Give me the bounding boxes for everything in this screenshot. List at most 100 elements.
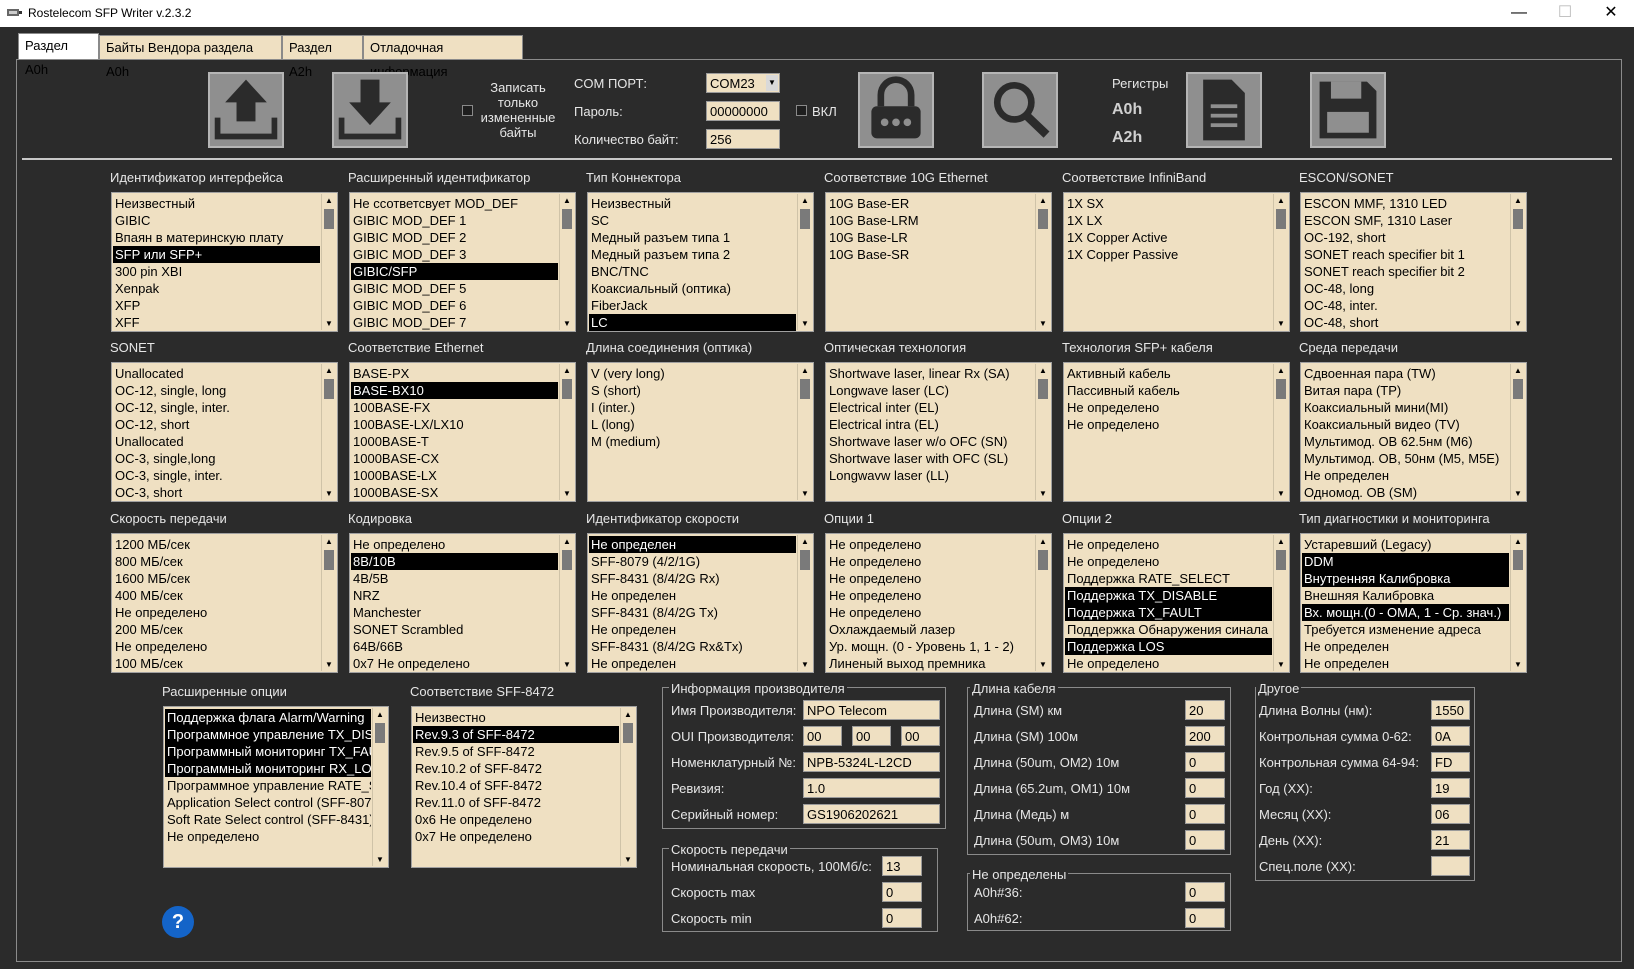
list-item[interactable]: Electrical intra (EL) xyxy=(827,416,1034,433)
list-item[interactable]: OC-3, single, inter. xyxy=(113,467,320,484)
scroll-down-arrow-icon[interactable]: ▼ xyxy=(1274,317,1288,330)
list-item[interactable]: 8B/10B xyxy=(351,553,558,570)
write-changed-only-checkbox[interactable] xyxy=(462,105,473,116)
scroll-down-arrow-icon[interactable]: ▼ xyxy=(373,853,387,866)
listbox-optical-tech[interactable]: Shortwave laser, linear Rx (SA) Longwave … xyxy=(825,362,1052,502)
list-item[interactable]: Коаксиальный (оптика) xyxy=(589,280,796,297)
cable-length-input[interactable]: 20 xyxy=(1185,700,1225,720)
listbox-rate-identifier[interactable]: Не определен SFF-8079 (4/2/1G) SFF-8431 (8… xyxy=(587,533,814,673)
scroll-up-arrow-icon[interactable]: ▲ xyxy=(560,194,574,207)
help-button[interactable]: ? xyxy=(162,906,194,938)
list-item[interactable]: S (short) xyxy=(589,382,796,399)
scroll-up-arrow-icon[interactable]: ▲ xyxy=(1036,194,1050,207)
list-item[interactable]: Не определено xyxy=(827,553,1034,570)
listbox-ethernet[interactable]: BASE-PX BASE-BX10 100BASE-FX 100BASE-LX/LX1… xyxy=(349,362,576,502)
scroll-up-arrow-icon[interactable]: ▲ xyxy=(322,535,336,548)
listbox-transmission-media[interactable]: Сдвоенная пара (TW) Витая пара (TP) Коакси… xyxy=(1300,362,1527,502)
scroll-up-arrow-icon[interactable]: ▲ xyxy=(1511,364,1525,377)
list-item[interactable]: 10G Base-LRM xyxy=(827,212,1034,229)
other-field-input[interactable]: 19 xyxy=(1431,778,1470,798)
other-field-input[interactable] xyxy=(1431,856,1470,876)
list-item[interactable]: NRZ xyxy=(351,587,558,604)
scroll-up-arrow-icon[interactable]: ▲ xyxy=(798,194,812,207)
scrollbar[interactable]: ▲ ▼ xyxy=(1510,535,1525,671)
list-item[interactable]: GIBIC xyxy=(113,212,320,229)
list-item[interactable]: Не определено xyxy=(1065,416,1272,433)
list-item[interactable]: Программное управление RATE_S xyxy=(165,777,371,794)
list-item[interactable]: Не определен xyxy=(1302,638,1509,655)
scroll-up-arrow-icon[interactable]: ▲ xyxy=(798,535,812,548)
scroll-thumb[interactable] xyxy=(1513,550,1523,570)
com-port-select[interactable]: COM23 ▼ xyxy=(706,73,780,93)
list-item[interactable]: BASE-BX10 xyxy=(351,382,558,399)
list-item[interactable]: Коаксиальный видео (TV) xyxy=(1302,416,1509,433)
scroll-up-arrow-icon[interactable]: ▲ xyxy=(1511,194,1525,207)
list-item[interactable]: Xenpak xyxy=(113,280,320,297)
listbox-extended-options[interactable]: Поддержка флага Alarm/Warning Программное… xyxy=(163,706,389,868)
list-item[interactable]: LC xyxy=(589,314,796,331)
list-item[interactable]: Требуется изменение адреса xyxy=(1302,621,1509,638)
list-item[interactable]: Shortwave laser w/o OFC (SN) xyxy=(827,433,1034,450)
scroll-down-arrow-icon[interactable]: ▼ xyxy=(1036,658,1050,671)
listbox-encoding[interactable]: Не определено 8B/10B 4B/5B NRZ Manchester SON… xyxy=(349,533,576,673)
list-item[interactable]: OC-192, short xyxy=(1302,229,1509,246)
scroll-thumb[interactable] xyxy=(1038,209,1048,229)
list-item[interactable]: XFP xyxy=(113,297,320,314)
scroll-down-arrow-icon[interactable]: ▼ xyxy=(1036,317,1050,330)
byte-count-input[interactable]: 256 xyxy=(706,129,780,149)
list-item[interactable]: XFF xyxy=(113,314,320,331)
list-item[interactable]: OC-3, short xyxy=(113,484,320,501)
listbox-options-2[interactable]: Не определено Не определено Поддержка RATE… xyxy=(1063,533,1290,673)
list-item[interactable]: BNC/TNC xyxy=(589,263,796,280)
scroll-up-arrow-icon[interactable]: ▲ xyxy=(1036,364,1050,377)
list-item[interactable]: Поддержка Обнаружения синала xyxy=(1065,621,1272,638)
list-item[interactable]: Не определен xyxy=(589,536,796,553)
scrollbar[interactable]: ▲ ▼ xyxy=(1035,364,1050,500)
speed-max-input[interactable]: 0 xyxy=(882,882,922,902)
list-item[interactable]: I (inter.) xyxy=(589,399,796,416)
list-item[interactable]: SC xyxy=(589,212,796,229)
scroll-thumb[interactable] xyxy=(1038,550,1048,570)
scroll-thumb[interactable] xyxy=(1513,379,1523,399)
list-item[interactable]: SFF-8431 (8/4/2G Rx) xyxy=(589,570,796,587)
list-item[interactable]: Коаксиальный мини(MI) xyxy=(1302,399,1509,416)
list-item[interactable]: 200 МБ/сек xyxy=(113,621,320,638)
search-button[interactable] xyxy=(982,72,1058,148)
listbox-extended-id[interactable]: Не ссответсвует MOD_DEF GIBIC MOD_DEF 1 GI… xyxy=(349,192,576,332)
listbox-sonet[interactable]: Unallocated OC-12, single, long OC-12, sin… xyxy=(111,362,338,502)
list-item[interactable]: FiberJack xyxy=(589,297,796,314)
list-item[interactable]: 1X Copper Active xyxy=(1065,229,1272,246)
list-item[interactable]: Поддержка TX_FAULT xyxy=(1065,604,1272,621)
minimize-button[interactable]: — xyxy=(1496,0,1542,27)
password-enable-checkbox[interactable] xyxy=(796,105,807,116)
list-item[interactable]: SFF-8431 (8/4/2G Rx&Tx) xyxy=(589,638,796,655)
list-item[interactable]: 1000BASE-CX xyxy=(351,450,558,467)
list-item[interactable]: ESCON MMF, 1310 LED xyxy=(1302,195,1509,212)
list-item[interactable]: OC-48, long xyxy=(1302,280,1509,297)
list-item[interactable]: Охлаждаемый лазер xyxy=(827,621,1034,638)
download-button[interactable] xyxy=(332,72,408,148)
scroll-thumb[interactable] xyxy=(1038,379,1048,399)
list-item[interactable]: Вх. мощн.(0 - OMA, 1 - Ср. знач.) xyxy=(1302,604,1509,621)
scroll-thumb[interactable] xyxy=(800,379,810,399)
list-item[interactable]: OC-48, short xyxy=(1302,314,1509,331)
list-item[interactable]: L (long) xyxy=(589,416,796,433)
list-item[interactable]: Unallocated xyxy=(113,433,320,450)
tab-section-a0h[interactable]: Раздел A0h xyxy=(18,33,99,77)
speed-min-input[interactable]: 0 xyxy=(882,908,922,928)
scroll-up-arrow-icon[interactable]: ▲ xyxy=(1511,535,1525,548)
vendor-pn-input[interactable]: NPB-5324L-L2CD xyxy=(803,752,940,772)
list-item[interactable]: Rev.10.4 of SFF-8472 xyxy=(413,777,619,794)
list-item[interactable]: 1000BASE-LX xyxy=(351,467,558,484)
list-item[interactable]: 4B/5B xyxy=(351,570,558,587)
undefined-byte-input[interactable]: 0 xyxy=(1185,908,1225,928)
cable-length-input[interactable]: 200 xyxy=(1185,726,1225,746)
list-item[interactable]: GIBIC/SFP xyxy=(351,263,558,280)
scroll-thumb[interactable] xyxy=(562,550,572,570)
other-field-input[interactable]: FD xyxy=(1431,752,1470,772)
list-item[interactable]: Не определен xyxy=(589,655,796,672)
list-item[interactable]: GIBIC MOD_DEF 3 xyxy=(351,246,558,263)
listbox-connector-type[interactable]: Неизвестный SC Медный разъем типа 1 Медный … xyxy=(587,192,814,332)
scroll-thumb[interactable] xyxy=(623,723,633,743)
password-input[interactable]: 00000000 xyxy=(706,101,780,121)
